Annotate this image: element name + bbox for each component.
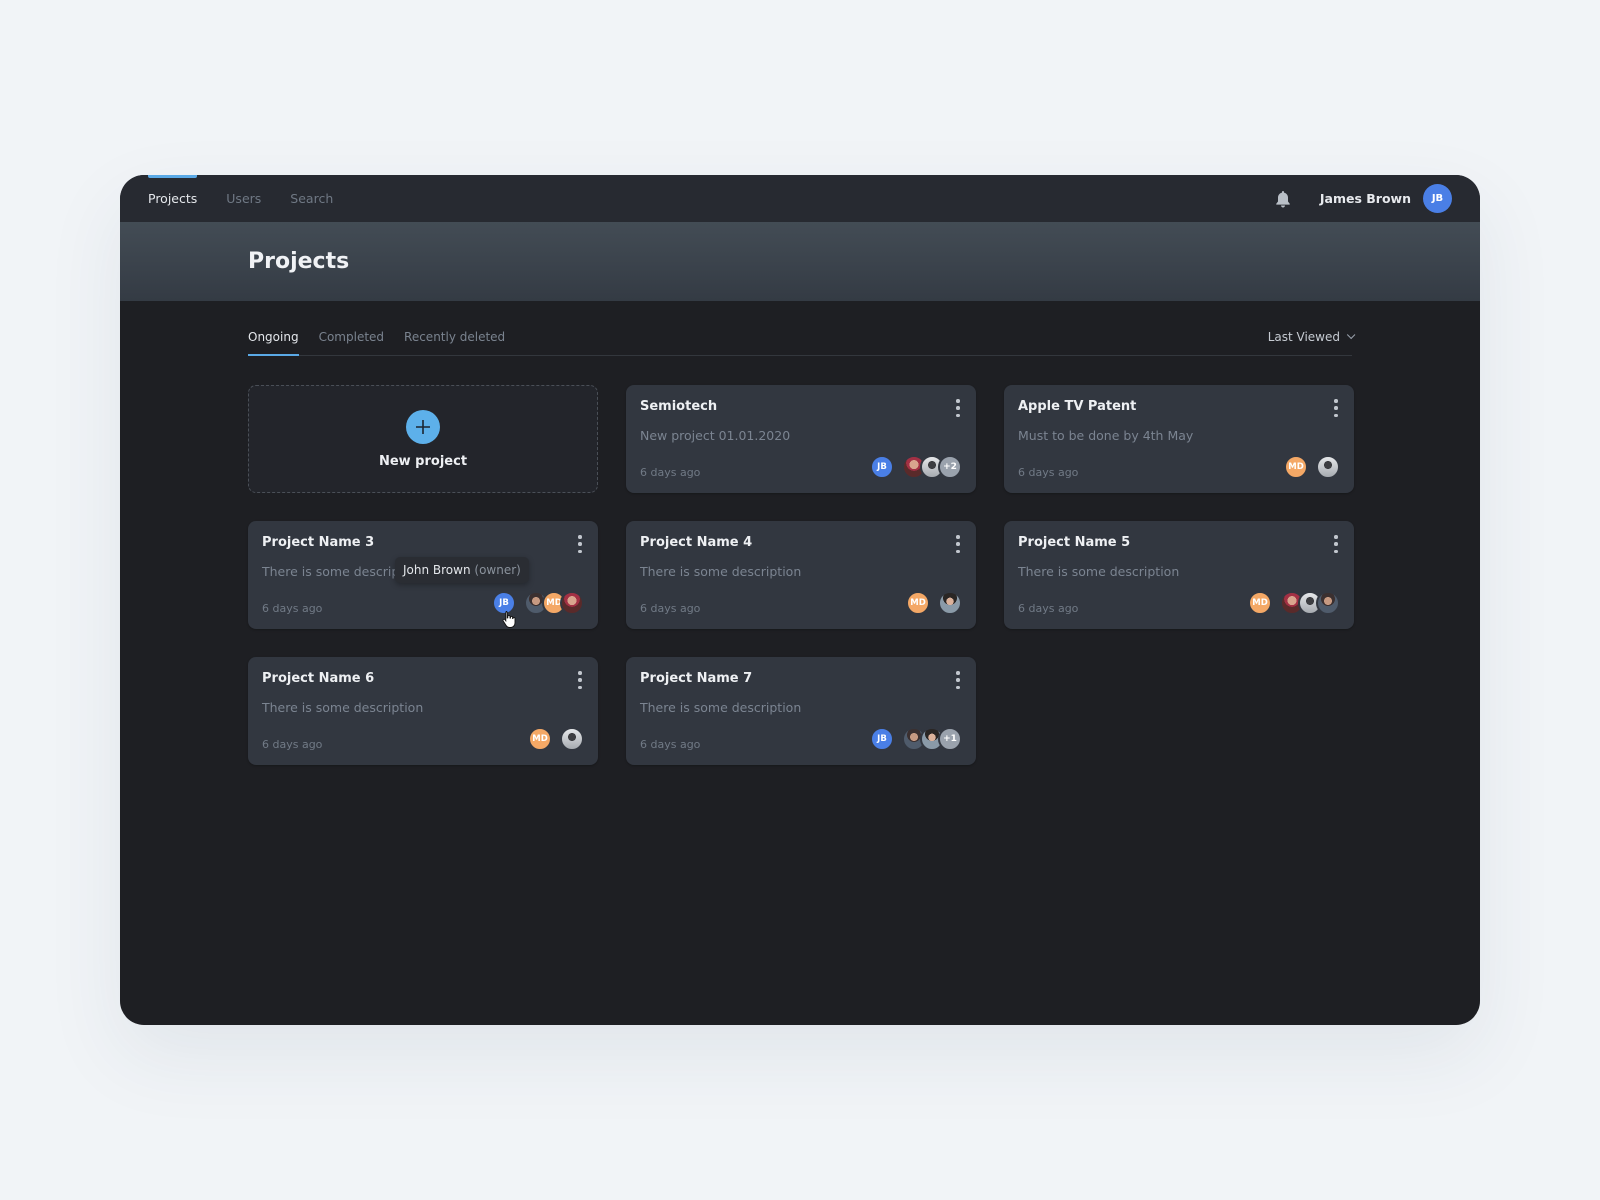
project-last-viewed: 6 days ago <box>640 602 701 615</box>
more-options-icon[interactable] <box>954 671 962 689</box>
more-options-icon[interactable] <box>1332 399 1340 417</box>
chevron-down-icon <box>1346 330 1356 340</box>
project-card[interactable]: Project Name 6 There is some description 6… <box>248 657 598 765</box>
project-last-viewed: 6 days ago <box>640 466 701 479</box>
member-avatar-photo[interactable] <box>1316 591 1340 615</box>
project-title: Project Name 5 <box>1018 535 1131 550</box>
tooltip-role: (owner) <box>474 563 521 577</box>
project-title: Apple TV Patent <box>1018 399 1137 414</box>
new-project-label: New project <box>378 453 468 469</box>
sort-dropdown[interactable]: Last Viewed <box>1267 330 1356 355</box>
member-avatars: MD <box>1284 455 1340 479</box>
user-name[interactable]: James Brown <box>1320 191 1411 206</box>
project-card[interactable]: Project Name 7 There is some description 6… <box>626 657 976 765</box>
page-header: Projects <box>120 222 1480 301</box>
member-avatar-photo[interactable] <box>1316 455 1340 479</box>
project-title: Semiotech <box>640 399 718 414</box>
nav-item-search[interactable]: Search <box>290 175 333 222</box>
member-avatar-photo[interactable] <box>560 591 584 615</box>
project-description: There is some description <box>262 700 424 715</box>
nav-item-users[interactable]: Users <box>226 175 261 222</box>
tooltip-name: John Brown <box>403 563 471 577</box>
project-last-viewed: 6 days ago <box>1018 602 1079 615</box>
hand-cursor-icon <box>502 610 516 632</box>
member-avatars: MD <box>906 591 962 615</box>
tab-bar: Ongoing Completed Recently deleted Last … <box>248 301 1356 356</box>
owner-avatar[interactable]: MD <box>528 727 552 751</box>
more-members-badge[interactable]: +2 <box>938 455 962 479</box>
project-description: Must to be done by 4th May <box>1018 428 1194 443</box>
project-last-viewed: 6 days ago <box>1018 466 1079 479</box>
owner-avatar[interactable]: JB <box>870 455 894 479</box>
member-avatar-photo[interactable] <box>938 591 962 615</box>
project-description: New project 01.01.2020 <box>640 428 791 443</box>
project-description: There is some description <box>1018 564 1180 579</box>
project-card[interactable]: Apple TV Patent Must to be done by 4th Ma… <box>1004 385 1354 493</box>
plus-icon <box>406 409 440 444</box>
project-description: There is some description <box>640 564 802 579</box>
project-last-viewed: 6 days ago <box>262 738 323 751</box>
project-card[interactable]: Project Name 4 There is some description 6… <box>626 521 976 629</box>
project-last-viewed: 6 days ago <box>640 738 701 751</box>
main-content: Ongoing Completed Recently deleted Last … <box>120 301 1480 765</box>
member-avatars: MD <box>1248 591 1340 615</box>
project-title: Project Name 3 <box>262 535 375 550</box>
member-avatars: JB +1 <box>870 727 962 751</box>
project-card[interactable]: Project Name 5 There is some description 6… <box>1004 521 1354 629</box>
more-options-icon[interactable] <box>1332 535 1340 553</box>
owner-avatar[interactable]: MD <box>906 591 930 615</box>
app-window: Projects Users Search James Brown JB Pro… <box>120 175 1480 1025</box>
project-title: Project Name 6 <box>262 671 375 686</box>
more-options-icon[interactable] <box>576 671 584 689</box>
sort-label: Last Viewed <box>1267 330 1340 344</box>
more-members-badge[interactable]: +1 <box>938 727 962 751</box>
project-title: Project Name 4 <box>640 535 753 550</box>
user-avatar[interactable]: JB <box>1423 184 1452 213</box>
page-title: Projects <box>248 249 350 274</box>
member-avatar-photo[interactable] <box>560 727 584 751</box>
more-options-icon[interactable] <box>954 399 962 417</box>
more-options-icon[interactable] <box>954 535 962 553</box>
project-card[interactable]: Semiotech New project 01.01.2020 6 days ag… <box>626 385 976 493</box>
member-avatars: JB +2 <box>870 455 962 479</box>
nav-item-projects[interactable]: Projects <box>148 175 198 222</box>
project-last-viewed: 6 days ago <box>262 602 323 615</box>
bell-icon[interactable] <box>1274 190 1292 208</box>
owner-tooltip: John Brown (owner) <box>395 557 529 583</box>
new-project-card[interactable]: New project <box>248 385 598 493</box>
top-navigation: Projects Users Search James Brown JB <box>120 175 1480 222</box>
tab-recently-deleted[interactable]: Recently deleted <box>404 330 505 355</box>
project-description: There is some description <box>640 700 802 715</box>
project-title: Project Name 7 <box>640 671 753 686</box>
owner-avatar[interactable]: JB <box>870 727 894 751</box>
tab-completed[interactable]: Completed <box>319 330 384 355</box>
owner-avatar[interactable]: MD <box>1284 455 1308 479</box>
tab-ongoing[interactable]: Ongoing <box>248 330 299 356</box>
member-avatars: MD <box>528 727 584 751</box>
nav-right: James Brown JB <box>1274 184 1452 213</box>
owner-avatar[interactable]: MD <box>1248 591 1272 615</box>
more-options-icon[interactable] <box>576 535 584 553</box>
